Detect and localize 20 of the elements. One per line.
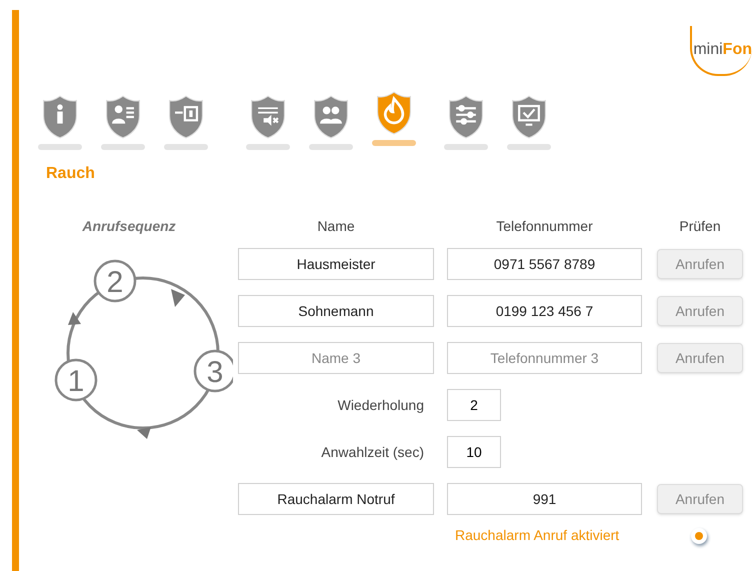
text-field[interactable]: 991: [447, 483, 642, 515]
text-field[interactable]: Sohnemann: [238, 295, 434, 327]
sequence-heading: Anrufsequenz: [81, 217, 176, 236]
text-field[interactable]: 0971 5567 8789: [447, 248, 642, 280]
field-label: Anwahlzeit (sec): [320, 442, 425, 462]
text-field[interactable]: Telefonnummer 3: [447, 342, 642, 374]
number-field[interactable]: 2: [447, 389, 501, 421]
text-field[interactable]: 0199 123 456 7: [447, 295, 642, 327]
text-field[interactable]: Hausmeister: [238, 248, 434, 280]
radio-button[interactable]: [691, 528, 707, 544]
field-label: Wiederholung: [336, 396, 425, 415]
number-field[interactable]: 10: [447, 436, 501, 468]
text-field[interactable]: Name 3: [238, 342, 434, 374]
column-header: Telefonnummer: [495, 217, 594, 236]
logo: miniFon: [690, 26, 752, 76]
column-header: Name: [316, 217, 356, 236]
column-header: Prüfen: [678, 217, 722, 236]
page-title: Rauch: [45, 164, 96, 184]
text-field[interactable]: Rauchalarm Notruf: [238, 483, 434, 515]
status-text: Rauchalarm Anruf aktiviert: [455, 526, 620, 545]
